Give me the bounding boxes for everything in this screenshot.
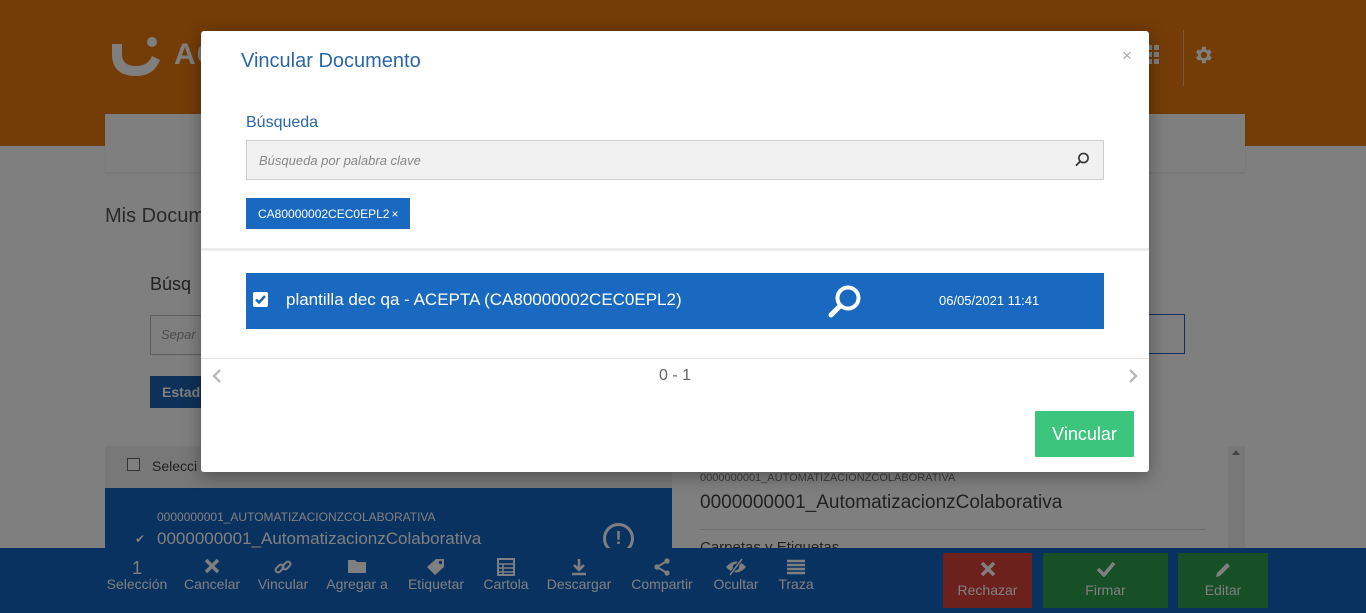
remove-filter-tag-button[interactable]: ×	[391, 207, 398, 221]
modal-search-label: Búsqueda	[246, 114, 319, 131]
modal-close-button[interactable]: ×	[1122, 46, 1132, 66]
modal-title: Vincular Documento	[241, 50, 421, 72]
chevron-right-icon[interactable]	[1127, 368, 1139, 384]
pagination-label: 0 - 1	[659, 367, 692, 384]
modal-divider	[201, 248, 1149, 251]
pagination-divider	[201, 358, 1149, 359]
link-submit-button[interactable]: Vincular	[1035, 411, 1134, 457]
chevron-left-icon[interactable]	[211, 368, 223, 384]
modal-search-input[interactable]	[247, 141, 1067, 179]
magnifier-icon[interactable]	[826, 283, 864, 321]
search-filter-tag: CA80000002CEC0EPL2 ×	[246, 198, 411, 229]
checkmark-icon	[255, 295, 266, 305]
result-checkbox[interactable]	[253, 292, 268, 307]
modal-search-box	[246, 140, 1104, 180]
link-document-modal: Vincular Documento × Búsqueda CA80000002…	[201, 31, 1149, 472]
result-row[interactable]: plantilla dec qa - ACEPTA (CA80000002CEC…	[246, 273, 1104, 329]
search-icon[interactable]	[1075, 152, 1090, 167]
filter-tag-label: CA80000002CEC0EPL2	[258, 207, 390, 221]
result-date: 06/05/2021 11:41	[939, 293, 1040, 308]
result-title: plantilla dec qa - ACEPTA (CA80000002CEC…	[286, 290, 682, 309]
